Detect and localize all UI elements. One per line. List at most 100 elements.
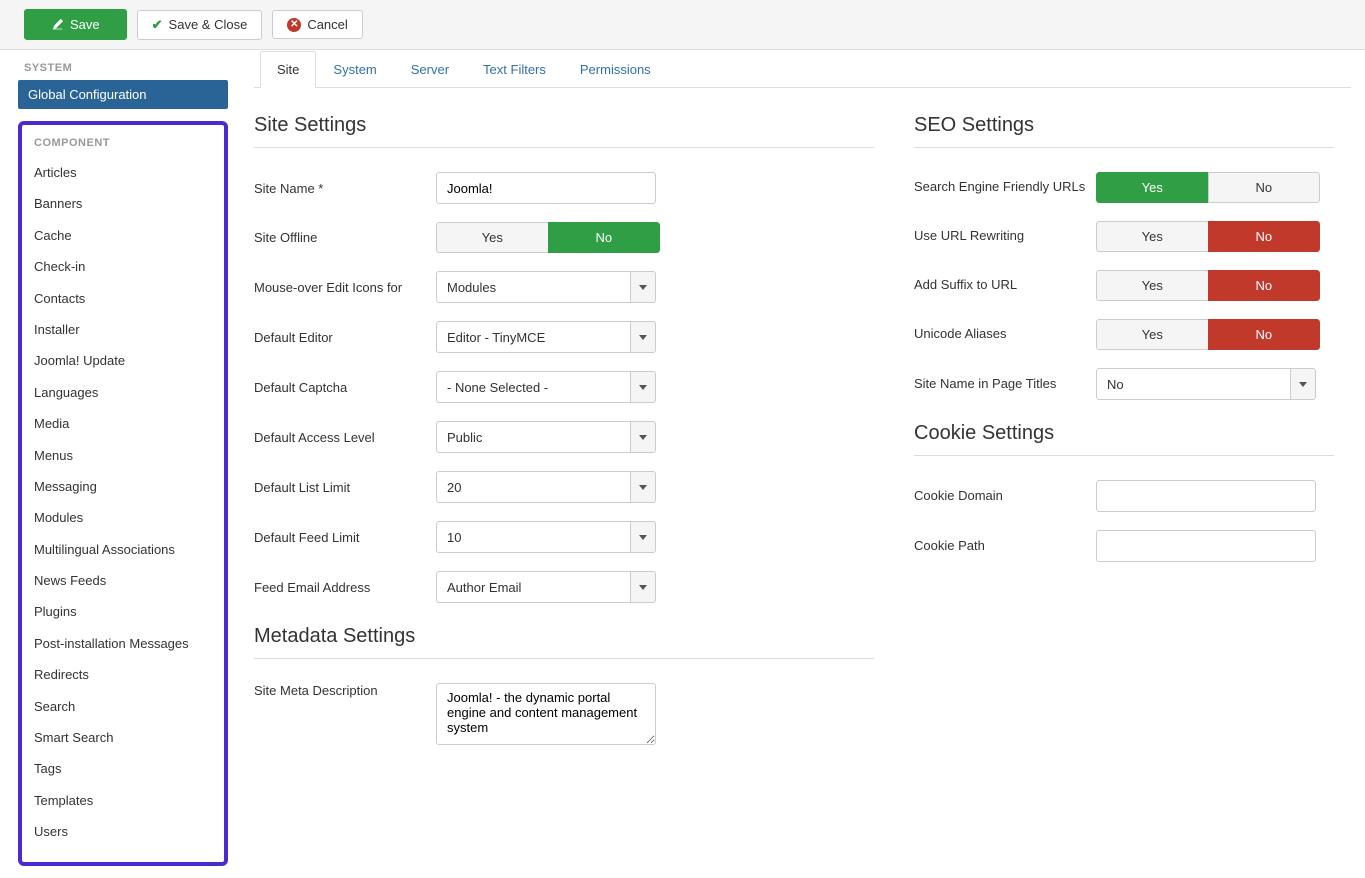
pencil-square-icon: [51, 18, 64, 31]
sidebar-item-search[interactable]: Search: [30, 691, 216, 722]
sidebar-item-post-installation-messages[interactable]: Post-installation Messages: [30, 628, 216, 659]
check-icon: ✔: [152, 17, 163, 33]
sidebar-item-tags[interactable]: Tags: [30, 753, 216, 784]
suffix-no[interactable]: No: [1208, 270, 1321, 301]
default-editor-label: Default Editor: [254, 330, 436, 345]
default-feed-label: Default Feed Limit: [254, 530, 436, 545]
default-editor-select[interactable]: Editor - TinyMCE: [436, 321, 656, 353]
suffix-label: Add Suffix to URL: [914, 277, 1096, 294]
site-settings-title: Site Settings: [254, 114, 874, 148]
default-captcha-select[interactable]: - None Selected -: [436, 371, 656, 403]
sef-yes[interactable]: Yes: [1096, 172, 1208, 203]
default-captcha-value: - None Selected -: [436, 371, 630, 403]
chevron-down-icon[interactable]: [630, 421, 656, 453]
feed-email-value: Author Email: [436, 571, 630, 603]
site-name-input[interactable]: [436, 172, 656, 204]
sef-label: Search Engine Friendly URLs: [914, 179, 1096, 196]
sidebar-item-joomla-update[interactable]: Joomla! Update: [30, 345, 216, 376]
tab-permissions[interactable]: Permissions: [563, 51, 668, 88]
site-offline-no[interactable]: No: [548, 222, 661, 253]
unicode-label: Unicode Aliases: [914, 326, 1096, 343]
sidebar-item-installer[interactable]: Installer: [30, 314, 216, 345]
sidebar-item-menus[interactable]: Menus: [30, 440, 216, 471]
save-button[interactable]: Save: [24, 9, 127, 40]
save-close-button[interactable]: ✔ Save & Close: [137, 10, 263, 40]
pagetitle-value: No: [1096, 368, 1290, 400]
sidebar-item-users[interactable]: Users: [30, 816, 216, 847]
save-close-label: Save & Close: [169, 17, 248, 32]
sidebar-item-global-configuration[interactable]: Global Configuration: [18, 80, 228, 109]
sidebar-item-cache[interactable]: Cache: [30, 220, 216, 251]
chevron-down-icon[interactable]: [1290, 368, 1316, 400]
toolbar: Save ✔ Save & Close ✕ Cancel: [0, 0, 1365, 50]
sidebar-item-articles[interactable]: Articles: [30, 157, 216, 188]
tab-server[interactable]: Server: [394, 51, 466, 88]
site-offline-toggle: Yes No: [436, 222, 660, 253]
default-list-label: Default List Limit: [254, 480, 436, 495]
sidebar-item-templates[interactable]: Templates: [30, 785, 216, 816]
unicode-toggle: Yes No: [1096, 319, 1320, 350]
sidebar-system-header: SYSTEM: [18, 56, 228, 80]
rewrite-no[interactable]: No: [1208, 221, 1321, 252]
cancel-button[interactable]: ✕ Cancel: [272, 10, 362, 39]
feed-email-label: Feed Email Address: [254, 580, 436, 595]
chevron-down-icon[interactable]: [630, 521, 656, 553]
tab-site[interactable]: Site: [260, 51, 316, 88]
suffix-yes[interactable]: Yes: [1096, 270, 1208, 301]
rewrite-yes[interactable]: Yes: [1096, 221, 1208, 252]
feed-email-select[interactable]: Author Email: [436, 571, 656, 603]
chevron-down-icon[interactable]: [630, 271, 656, 303]
sef-no[interactable]: No: [1208, 172, 1321, 203]
chevron-down-icon[interactable]: [630, 471, 656, 503]
component-box: COMPONENT ArticlesBannersCacheCheck-inCo…: [18, 121, 228, 866]
sidebar-item-multilingual-associations[interactable]: Multilingual Associations: [30, 534, 216, 565]
cookie-path-label: Cookie Path: [914, 538, 1096, 555]
rewrite-toggle: Yes No: [1096, 221, 1320, 252]
chevron-down-icon[interactable]: [630, 321, 656, 353]
default-feed-value: 10: [436, 521, 630, 553]
default-access-select[interactable]: Public: [436, 421, 656, 453]
sidebar-item-news-feeds[interactable]: News Feeds: [30, 565, 216, 596]
mouseover-select[interactable]: Modules: [436, 271, 656, 303]
default-list-value: 20: [436, 471, 630, 503]
sidebar-item-languages[interactable]: Languages: [30, 377, 216, 408]
cookie-path-input[interactable]: [1096, 530, 1316, 562]
unicode-yes[interactable]: Yes: [1096, 319, 1208, 350]
sidebar-item-smart-search[interactable]: Smart Search: [30, 722, 216, 753]
sef-toggle: Yes No: [1096, 172, 1320, 203]
default-captcha-label: Default Captcha: [254, 380, 436, 395]
meta-desc-label: Site Meta Description: [254, 683, 436, 698]
chevron-down-icon[interactable]: [630, 571, 656, 603]
site-offline-yes[interactable]: Yes: [436, 222, 548, 253]
mouseover-value: Modules: [436, 271, 630, 303]
chevron-down-icon[interactable]: [630, 371, 656, 403]
site-offline-label: Site Offline: [254, 230, 436, 245]
rewrite-label: Use URL Rewriting: [914, 228, 1096, 245]
sidebar-item-messaging[interactable]: Messaging: [30, 471, 216, 502]
cancel-label: Cancel: [307, 17, 347, 32]
unicode-no[interactable]: No: [1208, 319, 1321, 350]
mouseover-label: Mouse-over Edit Icons for: [254, 280, 436, 295]
pagetitle-select[interactable]: No: [1096, 368, 1316, 400]
content: Site System Server Text Filters Permissi…: [240, 50, 1365, 878]
default-feed-select[interactable]: 10: [436, 521, 656, 553]
seo-title: SEO Settings: [914, 114, 1334, 148]
default-access-value: Public: [436, 421, 630, 453]
default-list-select[interactable]: 20: [436, 471, 656, 503]
meta-desc-textarea[interactable]: [436, 683, 656, 745]
sidebar-item-media[interactable]: Media: [30, 408, 216, 439]
sidebar-item-redirects[interactable]: Redirects: [30, 659, 216, 690]
metadata-title: Metadata Settings: [254, 625, 874, 659]
sidebar-item-contacts[interactable]: Contacts: [30, 283, 216, 314]
sidebar-component-header: COMPONENT: [30, 135, 216, 157]
pagetitle-label: Site Name in Page Titles: [914, 376, 1096, 393]
sidebar-item-plugins[interactable]: Plugins: [30, 596, 216, 627]
sidebar-item-modules[interactable]: Modules: [30, 502, 216, 533]
sidebar: SYSTEM Global Configuration COMPONENT Ar…: [0, 50, 240, 878]
tab-system[interactable]: System: [316, 51, 393, 88]
tab-text-filters[interactable]: Text Filters: [466, 51, 563, 88]
tabs: Site System Server Text Filters Permissi…: [254, 50, 1351, 88]
cookie-domain-input[interactable]: [1096, 480, 1316, 512]
sidebar-item-check-in[interactable]: Check-in: [30, 251, 216, 282]
sidebar-item-banners[interactable]: Banners: [30, 188, 216, 219]
